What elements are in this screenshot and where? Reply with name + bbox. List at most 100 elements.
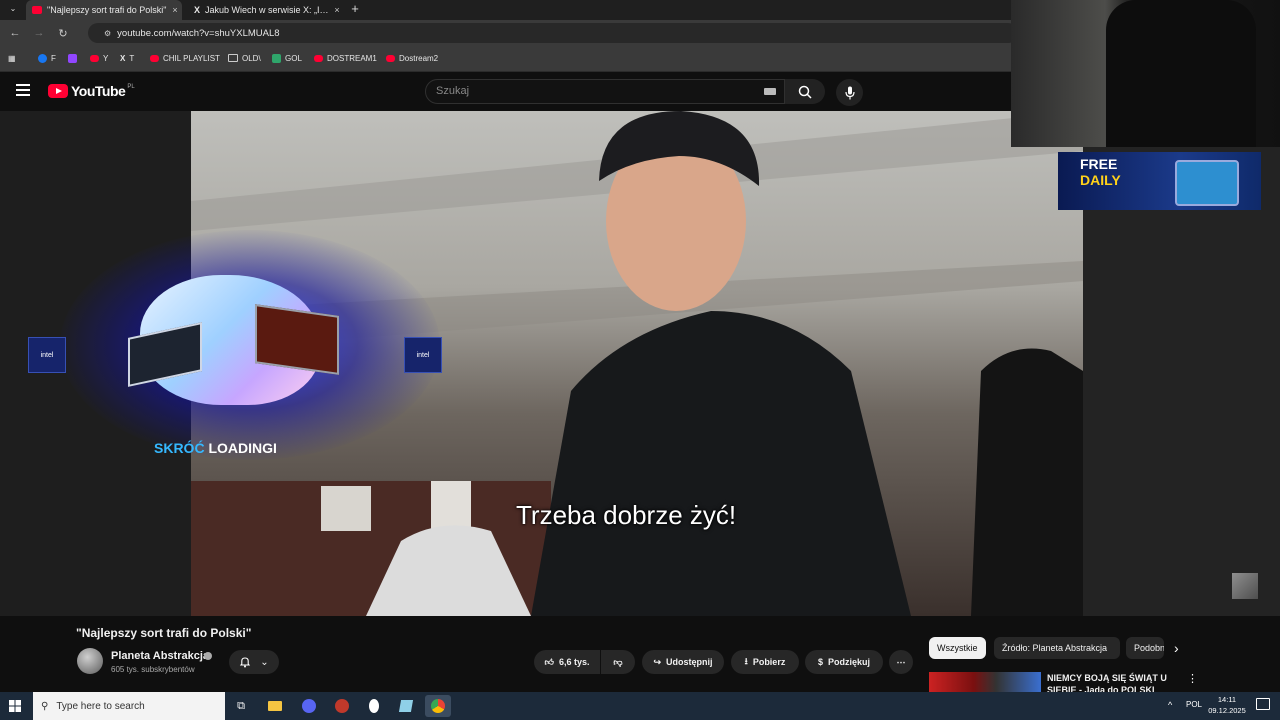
bookmark-item[interactable]: Dostream2 (386, 50, 438, 66)
task-view-icon[interactable]: ⧉ (228, 695, 254, 717)
youtube-play-icon (48, 84, 68, 98)
search-icon: ⚲ (41, 700, 49, 712)
verified-badge-icon (204, 652, 212, 660)
recommendation-menu-icon[interactable]: ⋮ (1187, 672, 1198, 685)
maps-icon[interactable] (361, 695, 387, 717)
hamburger-menu-icon[interactable] (16, 84, 30, 96)
channel-avatar[interactable] (77, 648, 103, 674)
subscriber-count: 605 tys. subskrybentów (111, 665, 195, 674)
like-button[interactable]: 👍︎ 6,6 tys. (534, 650, 600, 674)
youtube-logo[interactable]: YouTube PL (48, 83, 135, 99)
notes-icon[interactable] (393, 695, 419, 717)
ad-headline: SKRÓĆ LOADINGI (154, 440, 277, 456)
share-button[interactable]: ↪ Udostępnij (642, 650, 724, 674)
channel-name[interactable]: Planeta Abstrakcja (111, 650, 209, 662)
chip-similar[interactable]: Podobne (1126, 637, 1164, 659)
more-actions-button[interactable]: ⋯ (889, 650, 913, 674)
facebook-icon (38, 53, 47, 63)
laptop-right-icon (255, 304, 339, 375)
browser-tab-active[interactable]: "Najlepszy sort trafi do Polski" × (26, 0, 182, 20)
logo-region: PL (127, 84, 135, 90)
chip-source[interactable]: Źródło: Planeta Abstrakcja (994, 637, 1120, 659)
download-icon: ⭳ (744, 656, 748, 666)
youtube-icon (386, 54, 395, 62)
bookmark-folder[interactable]: OLD\ (228, 50, 261, 66)
bookmark-item[interactable]: Y (90, 50, 108, 66)
close-tab-icon[interactable]: × (330, 5, 344, 15)
close-tab-icon[interactable]: × (168, 5, 182, 15)
tab-title: Jakub Wiech w serwisie X: „I teraz (205, 5, 330, 15)
bookmark-item[interactable]: DOSTREAM1 (314, 50, 377, 66)
thanks-button[interactable]: $ Podziękuj (805, 650, 883, 674)
search-icon (798, 85, 812, 99)
search-button[interactable] (785, 79, 825, 104)
promo-text: FREE DAILY (1080, 156, 1121, 188)
thanks-icon: $ (817, 657, 823, 667)
twitch-icon (68, 53, 77, 63)
youtube-favicon-icon (32, 6, 42, 14)
youtube-icon (150, 54, 159, 62)
ad-laptop-image (128, 275, 339, 405)
language-indicator[interactable]: POL (1186, 700, 1202, 709)
windows-logo-icon (9, 700, 21, 712)
steam-icon[interactable] (329, 695, 355, 717)
site-info-icon[interactable]: ⚙ (104, 29, 111, 38)
bookmark-item[interactable] (68, 50, 81, 66)
bookmark-item[interactable]: F (38, 50, 56, 66)
laptop-left-icon (128, 322, 202, 387)
forward-arrow-icon[interactable]: → (32, 26, 46, 40)
tab-search-icon[interactable]: ⌄ (6, 4, 20, 16)
bookmark-item[interactable]: GOL (272, 50, 302, 66)
chips-next-icon[interactable]: › (1174, 640, 1179, 656)
folder-icon (228, 54, 238, 62)
intel-badge-right: intel (404, 337, 442, 373)
url-text: youtube.com/watch?v=shuYXLMUAL8 (117, 27, 280, 39)
clock[interactable]: 14:11 09.12.2025 (1207, 694, 1247, 716)
new-tab-button[interactable]: + (348, 1, 362, 19)
download-button[interactable]: ⭳ Pobierz (731, 650, 799, 674)
video-title: "Najlepszy sort trafi do Polski" (76, 626, 252, 640)
url-field[interactable]: ⚙ youtube.com/watch?v=shuYXLMUAL8 (88, 23, 1018, 43)
notification-icon[interactable] (1256, 698, 1270, 710)
thumbs-up-icon: 👍︎ (544, 656, 554, 667)
bookmark-item[interactable]: XT (120, 50, 134, 66)
bookmark-item[interactable]: CHIL PLAYLIST (150, 50, 220, 66)
video-subtitle: Trzeba dobrze żyć! (516, 500, 737, 530)
file-explorer-icon[interactable] (262, 695, 288, 717)
tab-title: "Najlepszy sort trafi do Polski" (47, 5, 167, 15)
discord-icon[interactable] (296, 695, 322, 717)
keyboard-icon[interactable] (764, 88, 776, 95)
dislike-button[interactable]: 👎︎ (601, 650, 635, 674)
recommendation-title[interactable]: NIEMCY BOJĄ SIĘ ŚWIĄT U SIEBIE - Jadą do… (1047, 672, 1177, 692)
case-icon (1175, 160, 1239, 206)
back-arrow-icon[interactable]: ← (8, 26, 22, 40)
youtube-icon (314, 54, 323, 62)
apps-grid-icon[interactable]: ▦ (8, 50, 16, 66)
taskbar-search-input[interactable]: ⚲ Type here to search (33, 692, 225, 720)
search-input[interactable] (425, 79, 785, 104)
microphone-icon (844, 86, 855, 99)
voice-search-button[interactable] (836, 79, 863, 106)
gol-icon (272, 53, 281, 63)
browser-tab[interactable]: X Jakub Wiech w serwisie X: „I teraz × (188, 0, 344, 20)
intel-badge-left: intel (28, 337, 66, 373)
share-icon: ↪ (653, 656, 662, 667)
tray-expand-icon[interactable]: ^ (1168, 700, 1172, 710)
chevron-down-icon: ⌄ (260, 656, 269, 668)
thumbs-down-icon: 👎︎ (613, 656, 623, 667)
notification-bell-button[interactable]: ⌄ (229, 650, 279, 674)
streamer-silhouette (1106, 0, 1256, 147)
reload-icon[interactable]: ↻ (56, 26, 70, 40)
taskbar-search-placeholder: Type here to search (56, 700, 145, 712)
x-icon: X (120, 53, 126, 63)
channel-watermark[interactable] (1232, 573, 1258, 599)
logo-text: YouTube (71, 83, 126, 99)
recommendation-thumbnail[interactable] (929, 672, 1041, 692)
bell-icon (240, 657, 251, 668)
youtube-icon (90, 54, 99, 62)
search-placeholder: Szukaj (436, 85, 470, 97)
webcam-overlay (1011, 0, 1280, 147)
start-button[interactable] (0, 692, 30, 720)
chip-all[interactable]: Wszystkie (929, 637, 986, 659)
chrome-icon[interactable] (425, 695, 451, 717)
